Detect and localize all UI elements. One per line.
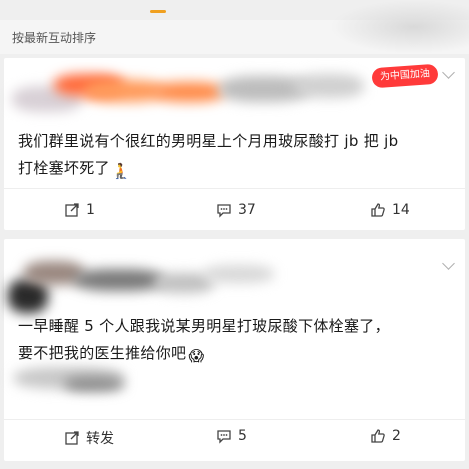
emoji: 😱	[188, 347, 205, 365]
comment-text-line: 我们群里说有个很红的男明星上个月用玻尿酸打 jb 把 jb	[18, 132, 399, 150]
share-icon	[64, 430, 80, 446]
share-label: 转发	[86, 431, 114, 447]
share-count: 1	[86, 202, 95, 218]
comment-icon	[216, 428, 232, 444]
comment-icon	[216, 202, 232, 218]
chevron-down-icon[interactable]	[442, 257, 455, 270]
comment-count: 5	[238, 428, 247, 444]
comment-button[interactable]: 37	[216, 202, 256, 218]
thumbs-up-icon	[370, 428, 386, 444]
badge-label: 为中国加油	[371, 63, 439, 89]
comment-text-line: 要不把我的医生推给你吧	[18, 344, 187, 362]
share-button[interactable]: 转发	[64, 428, 114, 448]
thumbs-up-icon	[370, 202, 386, 218]
like-count: 14	[392, 202, 410, 218]
share-button[interactable]: 1	[64, 202, 95, 218]
sheet-handle	[150, 10, 166, 13]
comment-count: 37	[238, 202, 256, 218]
comment-card: 一早睡醒 5 个人跟我说某男明星打玻尿酸下体栓塞了， 要不把我的医生推给你吧 😱 …	[4, 239, 465, 461]
divider	[4, 419, 465, 420]
comment-text-line: 打栓塞坏死了	[18, 159, 110, 177]
comment-text: 一早睡醒 5 个人跟我说某男明星打玻尿酸下体栓塞了， 要不把我的医生推给你吧 😱	[18, 313, 458, 370]
like-button[interactable]: 14	[370, 202, 410, 218]
divider	[4, 188, 465, 189]
like-count: 2	[392, 428, 401, 444]
redacted-area	[330, 0, 469, 54]
share-icon	[64, 202, 80, 218]
chevron-down-icon[interactable]	[442, 66, 455, 79]
comment-text-line: 一早睡醒 5 个人跟我说某男明星打玻尿酸下体栓塞了，	[18, 317, 390, 335]
comment-card: 为中国加油 我们群里说有个很红的男明星上个月用玻尿酸打 jb 把 jb 打栓塞坏…	[4, 58, 465, 230]
like-button[interactable]: 2	[370, 428, 401, 444]
emoji: 🧎	[111, 162, 131, 180]
comment-button[interactable]: 5	[216, 428, 247, 444]
sort-label: 按最新互动排序	[12, 31, 97, 45]
comment-text: 我们群里说有个很红的男明星上个月用玻尿酸打 jb 把 jb 打栓塞坏死了 🧎	[18, 128, 458, 185]
